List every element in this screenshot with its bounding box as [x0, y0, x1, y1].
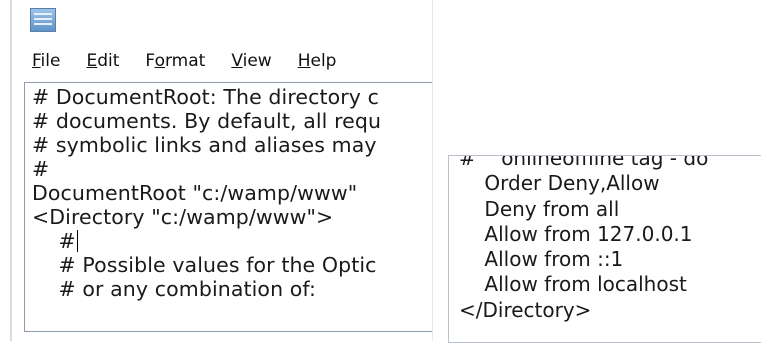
menu-format[interactable]: Format: [145, 51, 205, 71]
menu-bar: File Edit Format View Help: [24, 44, 432, 78]
config-snippet-text: # onlineoffline tag - do Order Deny,Allo…: [459, 156, 761, 323]
config-snippet-window: # onlineoffline tag - do Order Deny,Allo…: [448, 155, 761, 343]
editor-line: # DocumentRoot: The directory c: [32, 85, 380, 109]
menu-format-label: F: [145, 51, 155, 71]
snippet-line: Deny from all: [459, 196, 620, 221]
editor-line-with-caret: #: [32, 229, 432, 253]
editor-line: # Possible values for the Optic: [32, 253, 377, 277]
snippet-line: Allow from localhost: [459, 272, 687, 297]
menu-format-mnemonic: o: [154, 51, 165, 71]
title-bar: [12, 0, 432, 44]
menu-file-label: ile: [40, 51, 61, 71]
editor-line: # documents. By default, all requ: [32, 109, 382, 133]
menu-edit[interactable]: Edit: [86, 51, 119, 71]
text-editor[interactable]: # DocumentRoot: The directory c # docume…: [24, 82, 432, 332]
editor-line: #: [32, 229, 76, 253]
menu-format-rest: rmat: [164, 51, 206, 71]
text-caret: [76, 230, 79, 252]
snippet-line: Order Deny,Allow: [459, 171, 660, 196]
editor-line: # symbolic links and aliases may: [32, 133, 377, 157]
menu-view-mnemonic: V: [231, 51, 243, 71]
menu-file[interactable]: File: [32, 51, 60, 71]
editor-line: # or any combination of:: [32, 277, 317, 301]
menu-edit-label: dit: [97, 51, 120, 71]
notepad-icon[interactable]: [30, 8, 56, 32]
snippet-line: Allow from ::1: [459, 247, 624, 272]
snippet-line: Allow from 127.0.0.1: [459, 221, 693, 246]
menu-file-mnemonic: F: [32, 51, 41, 71]
menu-edit-mnemonic: E: [86, 51, 98, 71]
editor-line: #: [32, 157, 50, 181]
snippet-line: </Directory>: [459, 297, 592, 322]
menu-view[interactable]: View: [231, 51, 271, 71]
notepad-window: File Edit Format View Help # DocumentRoo…: [10, 0, 433, 341]
editor-line: DocumentRoot "c:/wamp/www": [32, 181, 358, 205]
menu-help-label: elp: [310, 51, 337, 71]
editor-line: <Directory "c:/wamp/www">: [32, 205, 334, 229]
menu-view-label: iew: [242, 51, 272, 71]
menu-help-mnemonic: H: [297, 51, 311, 71]
menu-help[interactable]: Help: [298, 51, 337, 71]
snippet-line: # onlineoffline tag - do: [459, 155, 709, 170]
